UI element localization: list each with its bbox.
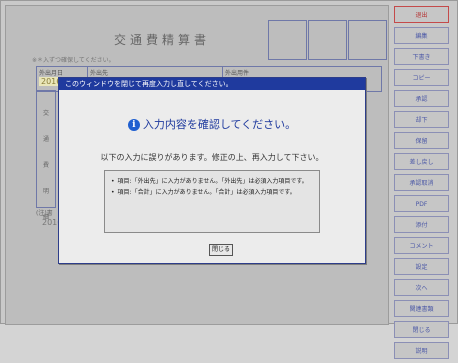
bullet-icon: • [111,178,115,185]
document-title: 交通費精算書 [114,33,211,47]
list-item: • 項目:「外出先」に入力がありません。「外出先」は必須入力項目です。 [111,176,313,185]
error-text: 項目:「外出先」に入力がありません。「外出先」は必須入力項目です。 [117,178,308,185]
validation-error-dialog: このウィンドウを閉じて再度入力し直してください。 i 入力内容を確認してください。… [58,77,366,264]
list-item: • 項目:「合計」に入力がありません。「合計」は必須入力項目です。 [111,187,313,196]
related-documents-button[interactable]: 関連書類 [394,300,449,317]
side-label: 交 [42,110,49,117]
side-label: 費 [42,162,49,169]
stamp-box [268,20,307,60]
footer-note: (注)書 [36,210,53,217]
stamp-box [348,20,387,60]
approve-button[interactable]: 承認 [394,90,449,107]
application-window: 交通費精算書 ※＊入ずつ確保してください。 外出月日 2016/01/07 外出… [0,0,458,359]
send-back-button[interactable]: 差し戻し [394,153,449,170]
info-icon: i [127,119,140,131]
draft-button[interactable]: 下書き [394,48,449,65]
edit-button[interactable]: 編集 [394,27,449,44]
attach-button[interactable]: 添付 [394,216,449,233]
next-button[interactable]: 次へ [394,279,449,296]
pdf-button[interactable]: PDF [394,195,449,212]
dialog-message: 以下の入力に誤りがあります。修正の上、再入力して下さい。 [100,153,324,162]
comment-button[interactable]: コメント [394,237,449,254]
purpose-label: 外出用件 [225,70,250,77]
date-label: 外出月日 [39,70,64,77]
side-label: 明 [42,188,49,195]
settings-button[interactable]: 設定 [394,258,449,275]
document-note: ※＊入ずつ確保してください。 [32,57,115,64]
stamp-box [308,20,347,60]
dialog-heading-text: 入力内容を確認してください。 [142,118,297,131]
error-text: 項目:「合計」に入力がありません。「合計」は必須入力項目です。 [117,189,296,196]
detail-side-column: 交 通 費 明 細 [36,90,56,221]
copy-button[interactable]: コピー [394,69,449,86]
reject-button[interactable]: 却下 [394,111,449,128]
dialog-close-button[interactable]: 閉じる [209,244,233,256]
hold-button[interactable]: 保留 [394,132,449,149]
logout-button[interactable]: 退出 [394,6,449,23]
side-label: 通 [42,136,49,143]
bullet-icon: • [111,189,115,196]
right-toolbar: 退出 編集 下書き コピー 承認 却下 保留 差し戻し 承認取消 PDF 添付 … [394,6,454,363]
dialog-titlebar: このウィンドウを閉じて再度入力し直してください。 [59,78,365,90]
dialog-heading: i 入力内容を確認してください。 [59,116,365,132]
destination-label: 外出先 [90,70,109,77]
cancel-approval-button[interactable]: 承認取消 [394,174,449,191]
help-button[interactable]: 説明 [394,342,449,359]
approval-stamp-boxes [268,20,388,60]
error-list: • 項目:「外出先」に入力がありません。「外出先」は必須入力項目です。 • 項目:「… [104,170,320,233]
